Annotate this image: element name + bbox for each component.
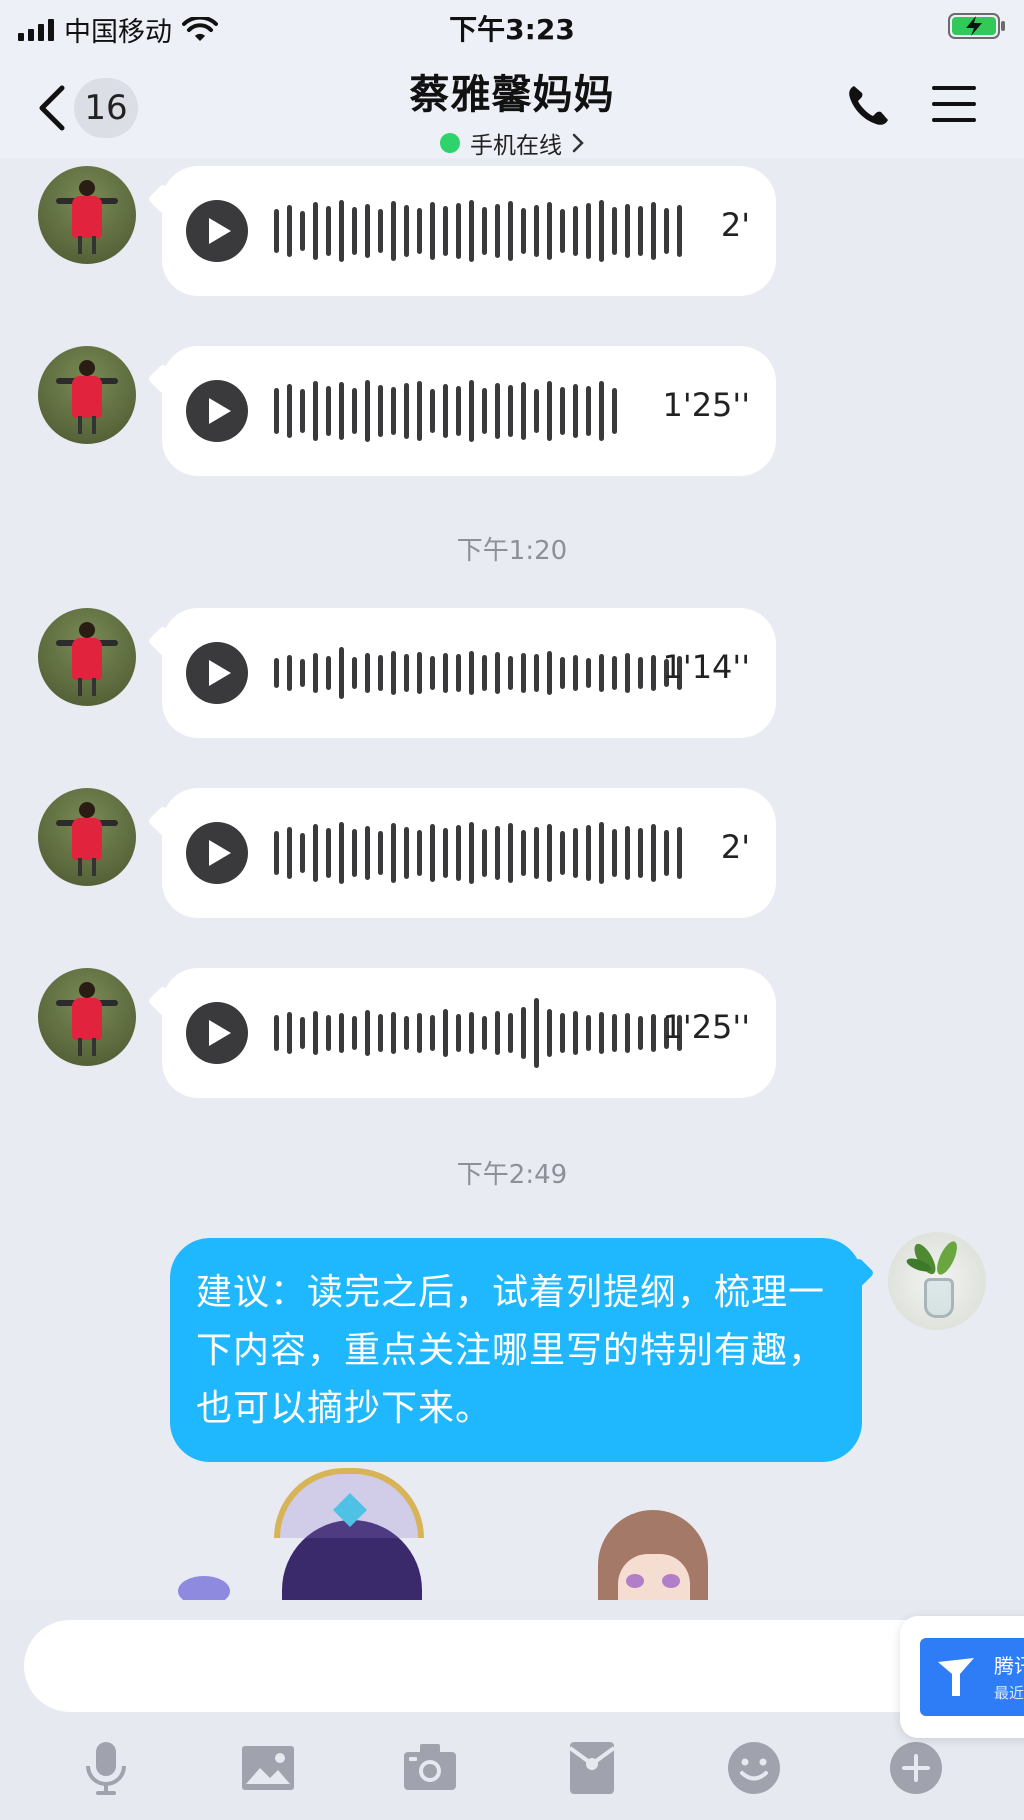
waveform [274, 818, 682, 888]
plus-icon[interactable] [886, 1738, 946, 1798]
voice-duration: 1'14'' [662, 648, 750, 686]
online-dot-icon [440, 133, 460, 153]
presence-label: 手机在线 [470, 133, 562, 159]
voice-message[interactable]: 1'14'' [162, 608, 776, 738]
waveform [274, 196, 682, 266]
chevron-right-icon [572, 133, 584, 153]
my-avatar[interactable] [888, 1232, 986, 1330]
status-bar: 中国移动 下午3:23 [0, 0, 1024, 52]
contact-avatar[interactable] [38, 166, 136, 264]
emoji-icon[interactable] [724, 1738, 784, 1798]
camera-icon[interactable] [400, 1738, 460, 1798]
voice-message[interactable]: 1'25'' [162, 968, 776, 1098]
my-text-message[interactable]: 建议：读完之后，试着列提纲，梳理一下内容，重点关注哪里写的特别有趣，也可以摘抄下… [170, 1238, 862, 1462]
play-icon[interactable] [186, 642, 248, 704]
voice-message[interactable]: 2' [162, 166, 776, 296]
voice-message[interactable]: 1'25'' [162, 346, 776, 476]
time-separator: 下午2:49 [456, 1160, 568, 1190]
tencent-logo-icon [938, 1658, 974, 1696]
voice-duration: 1'25'' [662, 386, 750, 424]
play-icon[interactable] [186, 380, 248, 442]
tencent-floating-card[interactable]: 腾讯 最近 [900, 1616, 1024, 1738]
voice-duration: 1'25'' [662, 1008, 750, 1046]
float-card-subtitle: 最近 [994, 1684, 1024, 1702]
presence-status[interactable]: 手机在线 [440, 126, 584, 160]
image-icon[interactable] [238, 1738, 298, 1798]
voice-duration: 2' [720, 828, 750, 866]
red-packet-icon[interactable] [562, 1738, 622, 1798]
play-icon[interactable] [186, 200, 248, 262]
time-separator: 下午1:20 [456, 536, 568, 566]
contact-avatar[interactable] [38, 968, 136, 1066]
float-card-title: 腾讯 [994, 1654, 1024, 1678]
contact-avatar[interactable] [38, 346, 136, 444]
input-toolbar [0, 1738, 1024, 1808]
contact-avatar[interactable] [38, 608, 136, 706]
tencent-card-banner: 腾讯 最近 [920, 1638, 1024, 1716]
waveform [274, 376, 617, 446]
battery-charging-icon [948, 13, 1005, 39]
input-area [0, 1600, 1024, 1820]
waveform [274, 998, 682, 1068]
status-time: 下午3:23 [449, 13, 575, 46]
message-input[interactable] [24, 1620, 964, 1712]
microphone-icon[interactable] [76, 1738, 136, 1798]
voice-duration: 2' [720, 206, 750, 244]
phone-call-icon[interactable] [844, 82, 892, 130]
menu-icon[interactable] [932, 84, 976, 124]
message-list[interactable]: 2' 1'25'' 下午1:20 1'14'' 2' 1'25'' 下午2:49… [0, 158, 1024, 1600]
contact-avatar[interactable] [38, 788, 136, 886]
nav-bar: 16 蔡雅馨妈妈 手机在线 [0, 52, 1024, 160]
voice-message[interactable]: 2' [162, 788, 776, 918]
anime-sticker-image[interactable] [178, 1458, 738, 1600]
play-icon[interactable] [186, 1002, 248, 1064]
play-icon[interactable] [186, 822, 248, 884]
waveform [274, 638, 682, 708]
